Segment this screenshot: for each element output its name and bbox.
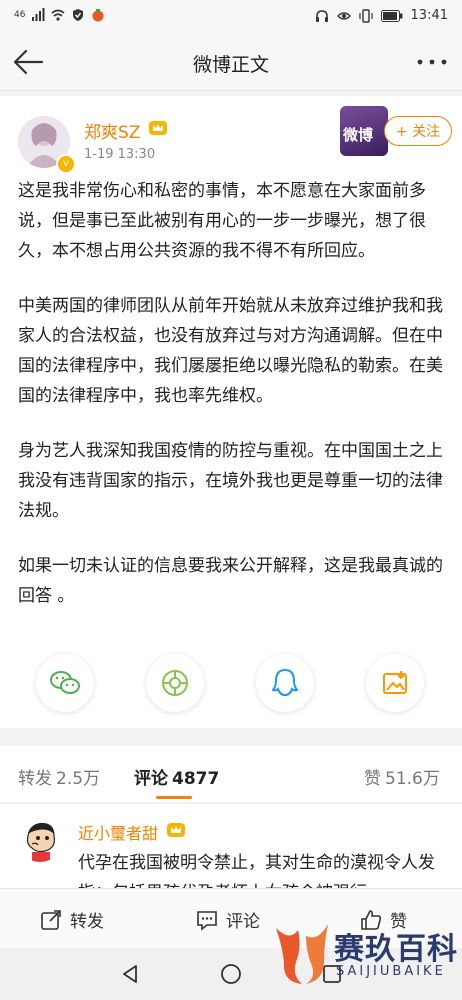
save-image-button[interactable] — [366, 654, 424, 712]
cartoon-avatar-image — [18, 818, 62, 862]
comment-icon — [197, 910, 217, 931]
watermark-cn: 赛玖百科 — [334, 932, 458, 967]
share-wechat-button[interactable] — [36, 654, 94, 712]
shield-check-icon — [73, 9, 84, 21]
repost-button[interactable]: 转发 — [40, 907, 104, 932]
site-watermark: 赛玖百科 SAIJIUBAIKE — [272, 920, 462, 992]
comment-text: 代孕在我国被明令禁止，其对生命的漠视令人发指：包括男孩代孕者怀上女孩会被强行 — [78, 853, 435, 888]
battery-icon — [380, 9, 403, 22]
post-paragraph: 中美两国的律师团队从前年开始就从未放弃过维护我和我家人的合法权益，也没有放弃过与… — [18, 296, 443, 406]
post-time: 1-19 13:30 — [84, 147, 156, 162]
weibo-post: v 郑爽SZ 1-19 13:30 微博 + 关注 这是我非常伤心和私密的事情，… — [0, 96, 462, 728]
commenter-avatar[interactable] — [18, 818, 62, 862]
qq-icon — [272, 668, 298, 697]
follow-button[interactable]: + 关注 — [384, 116, 452, 146]
post-paragraph: 这是我非常伤心和私密的事情，本不愿意在大家面前多说，但是事已至此被别有用心的一步… — [18, 181, 426, 261]
repost-icon — [41, 909, 61, 930]
comment-button[interactable]: 评论 — [196, 907, 260, 932]
comment-item: 近小璽者甜 代孕在我国被明令禁止，其对生命的漠视令人发指：包括男孩代孕者怀上女孩… — [0, 804, 462, 888]
system-back-icon[interactable] — [118, 962, 142, 986]
page-title: 微博正文 — [192, 54, 269, 76]
vip-crown-icon — [149, 121, 167, 135]
tab-comment[interactable]: 评论 4877 — [134, 764, 219, 789]
comment-count: 4877 — [172, 769, 220, 789]
comment-label: 评论 — [226, 912, 260, 932]
vip-crown-icon — [167, 823, 185, 837]
author-name[interactable]: 郑爽SZ — [84, 118, 140, 143]
fan-badge-cover[interactable]: 微博 — [340, 106, 388, 156]
commenter-name[interactable]: 近小璽者甜 — [78, 820, 158, 844]
tab-repost[interactable]: 转发 2.5万 — [18, 764, 100, 789]
post-paragraph: 身为艺人我深知我国疫情的防控与重视。在中国国土之上我没有违背国家的指示，在境外我… — [18, 441, 443, 521]
moments-icon — [162, 670, 188, 696]
repost-count: 2.5万 — [56, 769, 101, 789]
navigation-bar: 微博正文 — [0, 34, 462, 91]
clock: 13:41 — [410, 8, 448, 23]
wechat-icon — [50, 671, 80, 694]
verified-badge-icon: v — [56, 154, 76, 174]
tab-like[interactable]: 赞 51.6万 — [364, 764, 440, 789]
post-body: 这是我非常伤心和私密的事情，本不愿意在大家面前多说，但是事已至此被别有用心的一步… — [18, 176, 446, 636]
interaction-tabs: 转发 2.5万 评论 4877 赞 51.6万 — [0, 746, 462, 803]
share-qq-button[interactable] — [256, 654, 314, 712]
active-tab-indicator — [156, 796, 192, 799]
headphones-icon — [315, 9, 328, 22]
system-home-icon[interactable] — [219, 962, 243, 986]
like-count: 51.6万 — [385, 769, 440, 789]
whale-tail-logo-icon — [276, 924, 328, 984]
save-image-icon — [383, 671, 407, 694]
eye-icon — [336, 11, 351, 20]
watermark-en: SAIJIUBAIKE — [336, 964, 446, 979]
cover-label: 微博 — [343, 126, 374, 144]
tab-repost-label: 转发 — [18, 769, 52, 789]
status-bar: 46 13:41 — [0, 0, 462, 34]
share-row — [0, 654, 462, 724]
tab-comment-label: 评论 — [134, 769, 168, 789]
more-options-icon[interactable] — [414, 48, 450, 76]
app-notification-icon — [92, 9, 104, 22]
post-paragraph: 如果一切未认证的信息要我来公开解释，这是我最真诚的回答 。 — [18, 556, 443, 606]
vibrate-icon — [358, 8, 373, 23]
share-moments-button[interactable] — [146, 654, 204, 712]
signal-label: 46 — [14, 10, 26, 20]
tab-like-label: 赞 — [364, 769, 381, 789]
cell-signal-icon — [32, 8, 45, 21]
wifi-icon — [51, 9, 65, 21]
repost-label: 转发 — [70, 912, 104, 932]
